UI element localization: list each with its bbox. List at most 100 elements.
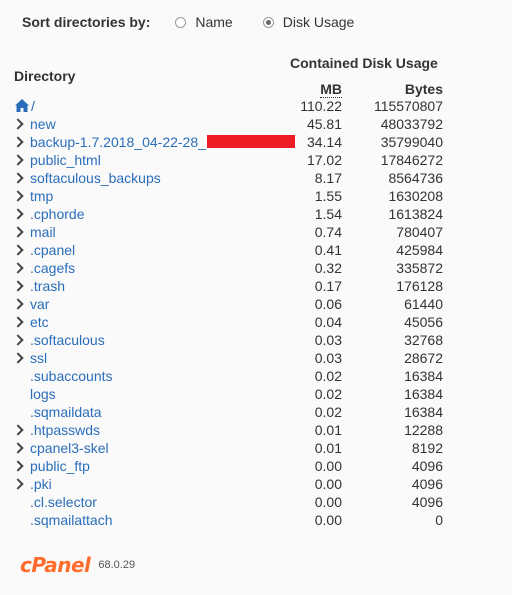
- directory-link[interactable]: .sqmaildata: [30, 403, 102, 421]
- chevron-right-icon[interactable]: [12, 280, 24, 292]
- directory-row: tmp 1.55 1630208: [0, 187, 512, 205]
- directory-link[interactable]: .trash: [30, 277, 65, 295]
- directory-mb: 45.81: [306, 116, 342, 132]
- directory-list: / 110.22 115570807 new 45.81 48033792 backu…: [0, 97, 512, 529]
- directory-link[interactable]: cpanel3-skel: [30, 439, 109, 457]
- directory-mb: 34.14: [306, 134, 342, 150]
- sort-by-name-option[interactable]: Name: [175, 14, 233, 30]
- directory-link[interactable]: .cl.selector: [30, 493, 97, 511]
- directory-name: cpanel3-skel: [30, 440, 109, 456]
- directory-bytes: 61440: [404, 296, 443, 312]
- chevron-right-icon[interactable]: [12, 352, 24, 364]
- directory-link[interactable]: .htpasswds: [30, 421, 100, 439]
- home-icon[interactable]: [14, 98, 30, 113]
- chevron-right-icon[interactable]: [12, 118, 24, 130]
- sort-by-name-radio[interactable]: [175, 16, 187, 28]
- directory-row: public_ftp 0.00 4096: [0, 457, 512, 475]
- redaction-mark: [206, 135, 295, 148]
- chevron-right-icon[interactable]: [12, 478, 24, 490]
- chevron-right-icon[interactable]: [12, 442, 24, 454]
- directory-bytes: 335872: [396, 260, 443, 276]
- directory-row: mail 0.74 780407: [0, 223, 512, 241]
- directory-row: etc 0.04 45056: [0, 313, 512, 331]
- directory-link[interactable]: etc: [30, 313, 49, 331]
- directory-bytes: 12288: [404, 422, 443, 438]
- chevron-right-icon[interactable]: [12, 190, 24, 202]
- directory-mb: 0.74: [314, 224, 342, 240]
- directory-link[interactable]: .cagefs: [30, 259, 75, 277]
- directory-link[interactable]: .cphorde: [30, 205, 84, 223]
- chevron-right-icon[interactable]: [12, 316, 24, 328]
- directory-row: .htpasswds 0.01 12288: [0, 421, 512, 439]
- directory-link[interactable]: tmp: [30, 187, 53, 205]
- directory-link[interactable]: public_ftp: [30, 457, 90, 475]
- chevron-right-icon[interactable]: [12, 226, 24, 238]
- directory-name: .pki: [30, 476, 52, 492]
- chevron-right-icon[interactable]: [12, 298, 24, 310]
- directory-bytes: 8192: [411, 440, 443, 456]
- directory-link[interactable]: .subaccounts: [30, 367, 113, 385]
- root-link[interactable]: /: [31, 97, 35, 115]
- directory-link[interactable]: logs: [30, 385, 56, 403]
- directory-link[interactable]: ssl: [30, 349, 47, 367]
- directory-bytes: 48033792: [380, 116, 443, 132]
- directory-mb: 0.00: [314, 512, 342, 528]
- directory-bytes: 17846272: [380, 152, 443, 168]
- directory-link[interactable]: .pki: [30, 475, 52, 493]
- directory-row: .cl.selector 0.00 4096: [0, 493, 512, 511]
- directory-name: logs: [30, 386, 56, 402]
- chevron-right-icon[interactable]: [12, 262, 24, 274]
- root-bytes: 115570807: [373, 98, 443, 114]
- directory-link[interactable]: .sqmailattach: [30, 511, 112, 529]
- chevron-right-icon[interactable]: [12, 334, 24, 346]
- directory-bytes: 45056: [404, 314, 443, 330]
- directory-mb: 0.01: [314, 422, 342, 438]
- chevron-right-icon[interactable]: [12, 172, 24, 184]
- directory-row: softaculous_backups 8.17 8564736: [0, 169, 512, 187]
- chevron-right-icon[interactable]: [12, 136, 24, 148]
- directory-link[interactable]: .cpanel: [30, 241, 75, 259]
- directory-mb: 0.03: [314, 332, 342, 348]
- directory-row: var 0.06 61440: [0, 295, 512, 313]
- directory-mb: 17.02: [306, 152, 342, 168]
- directory-link[interactable]: softaculous_backups: [30, 169, 161, 187]
- directory-name: backup-1.7.2018_04-22-28_: [30, 134, 206, 150]
- directory-name: .cphorde: [30, 206, 85, 222]
- chevron-right-icon[interactable]: [12, 208, 24, 220]
- chevron-right-icon[interactable]: [12, 424, 24, 436]
- contained-disk-usage-header: Contained Disk Usage: [290, 55, 438, 71]
- directory-link[interactable]: var: [30, 295, 49, 313]
- directory-link[interactable]: .softaculous: [30, 331, 105, 349]
- directory-bytes: 1630208: [388, 188, 443, 204]
- chevron-right-icon[interactable]: [12, 244, 24, 256]
- sort-by-disk-usage-radio[interactable]: [262, 16, 274, 28]
- directory-name: .subaccounts: [30, 368, 113, 384]
- directory-name: .cagefs: [30, 260, 76, 276]
- footer: cPanel 68.0.29: [20, 553, 135, 577]
- directory-mb: 0.02: [314, 368, 342, 384]
- directory-bytes: 4096: [411, 476, 443, 492]
- directory-bytes: 780407: [396, 224, 443, 240]
- directory-row: public_html 17.02 17846272: [0, 151, 512, 169]
- directory-link[interactable]: backup-1.7.2018_04-22-28_: [30, 133, 295, 151]
- directory-name: .cpanel: [30, 242, 76, 258]
- chevron-right-icon[interactable]: [12, 460, 24, 472]
- directory-mb: 0.00: [314, 458, 342, 474]
- directory-bytes: 8564736: [388, 170, 443, 186]
- directory-link[interactable]: mail: [30, 223, 56, 241]
- directory-name: .htpasswds: [30, 422, 101, 438]
- directory-name: .sqmaildata: [30, 404, 102, 420]
- sort-by-disk-usage-option[interactable]: Disk Usage: [262, 14, 354, 30]
- directory-mb: 8.17: [314, 170, 342, 186]
- directory-bytes: 16384: [404, 404, 443, 420]
- directory-row: ssl 0.03 28672: [0, 349, 512, 367]
- directory-link[interactable]: public_html: [30, 151, 101, 169]
- directory-row: new 45.81 48033792: [0, 115, 512, 133]
- directory-link[interactable]: new: [30, 115, 56, 133]
- mb-header: MB: [320, 81, 342, 98]
- directory-name: .sqmailattach: [30, 512, 113, 528]
- directory-mb: 0.00: [314, 494, 342, 510]
- chevron-right-icon[interactable]: [12, 154, 24, 166]
- directory-name: .softaculous: [30, 332, 105, 348]
- directory-row: cpanel3-skel 0.01 8192: [0, 439, 512, 457]
